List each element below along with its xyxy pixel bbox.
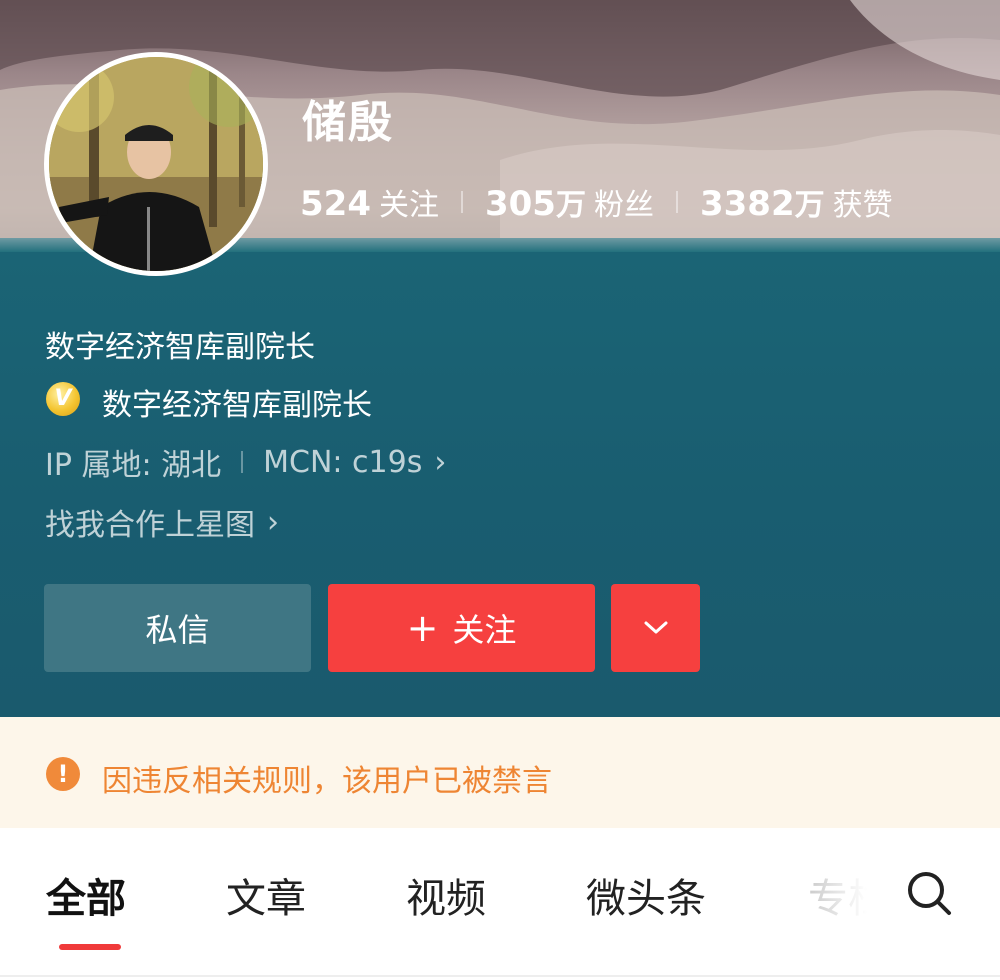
message-button-label: 私信	[145, 611, 210, 649]
stat-following-count: 524	[300, 184, 371, 224]
follow-button-label: 关注	[452, 611, 517, 649]
stat-divider	[460, 191, 463, 213]
active-tab-indicator	[59, 944, 121, 950]
ban-notice-text: 因违反相关规则，该用户已被禁言	[102, 764, 552, 799]
stat-fans-count: 305	[484, 184, 556, 224]
avatar[interactable]	[44, 52, 268, 276]
stat-following[interactable]: 524 关注	[300, 180, 439, 224]
stat-likes[interactable]: 3382 万 获赞	[700, 180, 893, 224]
stat-fans-unit: 万	[555, 188, 586, 223]
tab-videos[interactable]: 视频	[406, 866, 486, 924]
stat-likes-unit: 万	[794, 188, 825, 223]
profile-bio: 数字经济智库副院长	[45, 330, 315, 365]
stat-likes-count: 3382	[699, 184, 795, 224]
verification-text: 数字经济智库副院长	[102, 388, 372, 423]
chevron-right-icon: ›	[267, 504, 279, 540]
chevron-down-icon	[644, 621, 667, 634]
content-tabs: 全部 文章 视频 微头条 专栏	[0, 828, 1000, 980]
mcn-link[interactable]: MCN: c19s ›	[263, 445, 446, 480]
profile-stats: 524 关注 305 万 粉丝 3382 万 获赞	[300, 180, 893, 224]
cooperation-label: 找我合作上星图	[45, 508, 255, 543]
stat-following-label: 关注	[378, 188, 439, 223]
tab-micro-headlines[interactable]: 微头条	[586, 866, 706, 924]
tabs-fade-overlay	[790, 848, 900, 938]
stat-likes-label: 获赞	[832, 188, 893, 223]
stat-divider	[675, 191, 678, 213]
ip-location: IP 属地: 湖北	[45, 448, 222, 483]
mcn-label: MCN: c19s	[263, 444, 423, 480]
plus-icon: +	[406, 606, 439, 650]
message-button[interactable]: 私信	[44, 584, 311, 672]
cooperation-link[interactable]: 找我合作上星图 ›	[45, 500, 279, 544]
tabs-bottom-divider	[0, 975, 1000, 977]
profile-meta: IP 属地: 湖北 MCN: c19s ›	[45, 440, 446, 484]
meta-divider	[241, 451, 244, 473]
tab-articles[interactable]: 文章	[226, 866, 306, 924]
stat-fans-label: 粉丝	[593, 188, 654, 223]
follow-button[interactable]: + 关注	[328, 584, 595, 672]
profile-name: 储殷	[302, 97, 394, 148]
more-options-button[interactable]	[611, 584, 700, 672]
warning-icon: !	[46, 757, 80, 791]
chevron-right-icon: ›	[434, 444, 447, 480]
stat-fans[interactable]: 305 万 粉丝	[485, 180, 654, 224]
search-icon[interactable]	[904, 868, 954, 918]
verified-badge-icon: V	[46, 382, 80, 416]
tab-all[interactable]: 全部	[46, 866, 126, 924]
